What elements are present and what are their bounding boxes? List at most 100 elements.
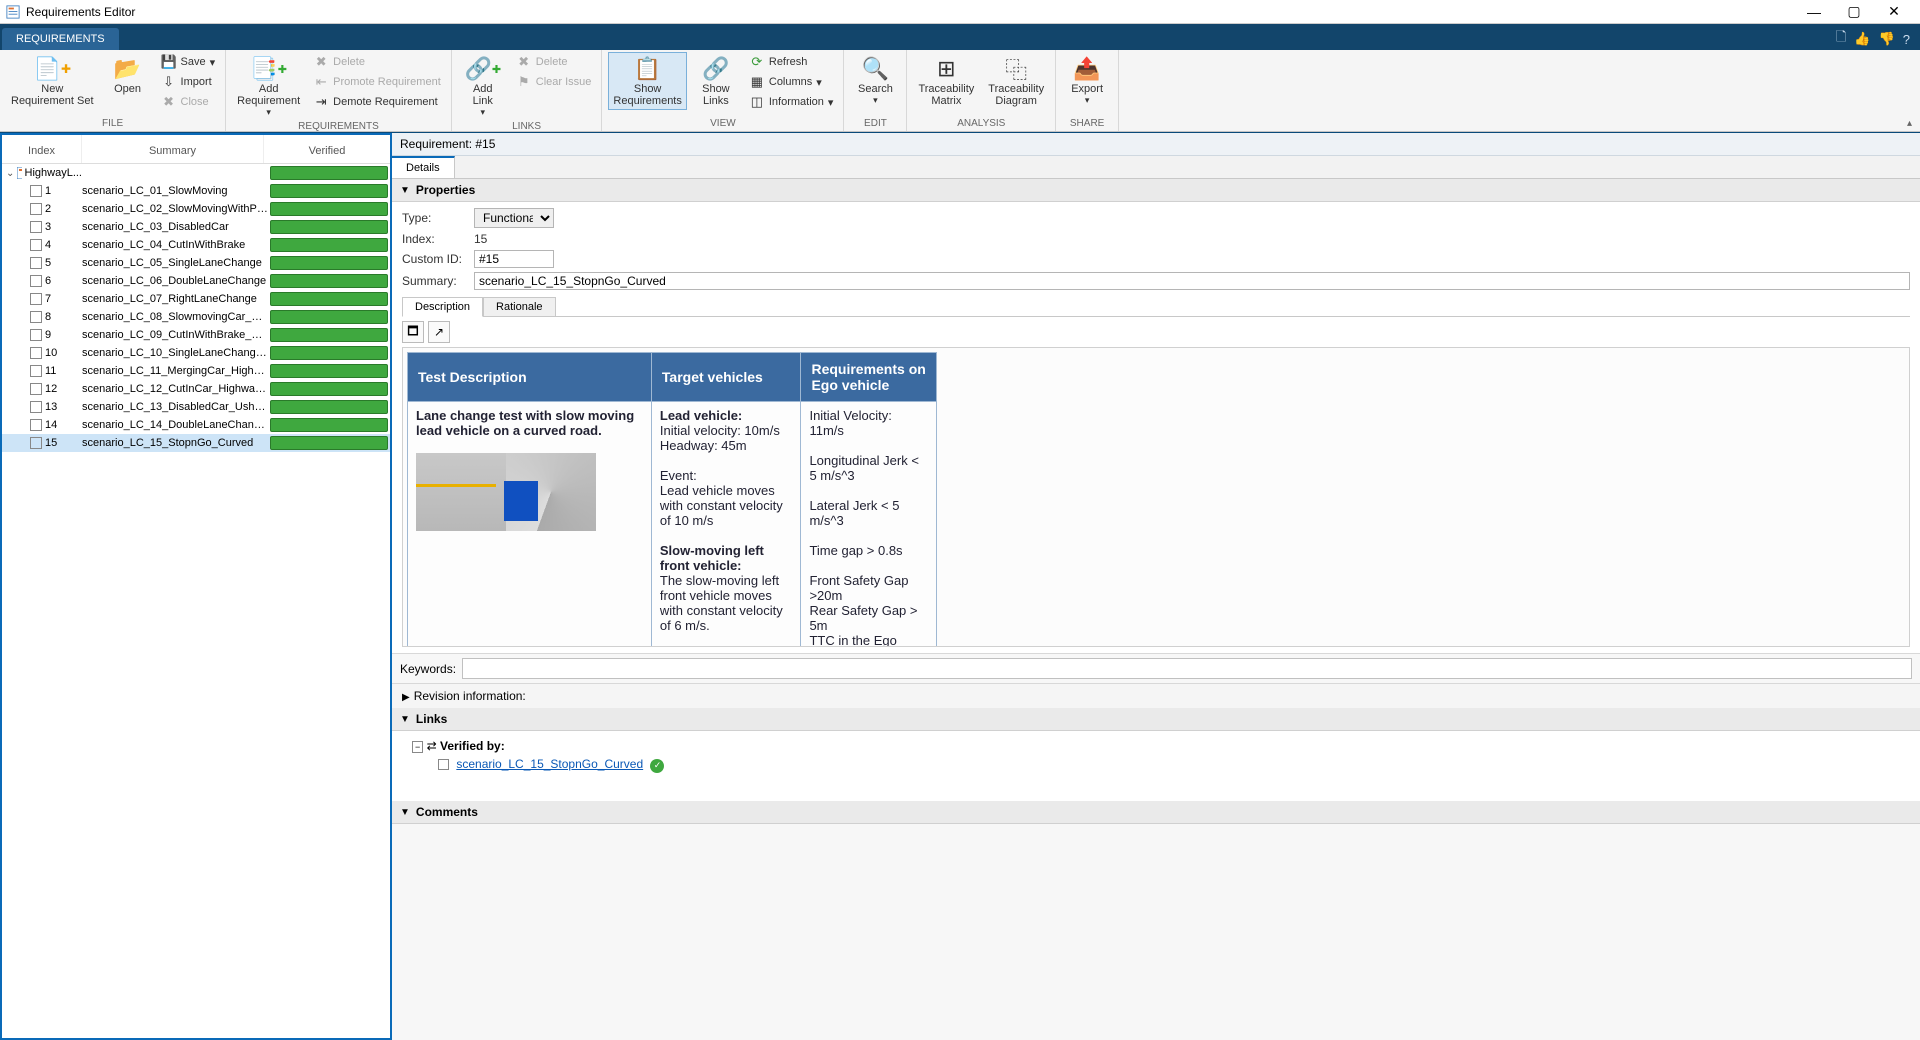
open-icon: 📂 — [114, 55, 141, 83]
open-button[interactable]: 📂 Open — [103, 52, 153, 98]
link-target[interactable]: scenario_LC_15_StopnGo_Curved — [456, 757, 643, 771]
req-item-icon — [30, 275, 42, 287]
description-editor[interactable]: Test Description Target vehicles Require… — [402, 347, 1910, 647]
minimize-button[interactable]: — — [1794, 4, 1834, 20]
tree-row[interactable]: 3scenario_LC_03_DisabledCar — [2, 218, 390, 236]
row-summary: scenario_LC_03_DisabledCar — [82, 221, 268, 233]
tree-row[interactable]: 10scenario_LC_10_SingleLaneChange_Curved — [2, 344, 390, 362]
edit-open-button[interactable]: 🗖 — [402, 321, 424, 343]
tree-row[interactable]: 15scenario_LC_15_StopnGo_Curved — [2, 434, 390, 452]
promote-req-button[interactable]: ⇤Promote Requirement — [309, 72, 445, 92]
req-item-icon — [30, 419, 42, 431]
add-link-button[interactable]: 🔗✚ Add Link▾ — [458, 52, 508, 121]
row-index: 14 — [45, 419, 57, 431]
collapse-minus-icon[interactable]: − — [412, 741, 423, 753]
close-button[interactable]: ✕ — [1874, 3, 1914, 20]
save-icon: 💾 — [161, 54, 177, 70]
col-index[interactable]: Index — [2, 135, 82, 163]
type-select[interactable]: Functional — [474, 208, 554, 228]
editor-buttons: 🗖 ↗ — [402, 321, 1910, 343]
chevron-down-icon[interactable]: ⌄ — [6, 168, 14, 179]
save-button[interactable]: 💾Save ▾ — [157, 52, 220, 72]
tree-row[interactable]: 8scenario_LC_08_SlowmovingCar_Curved — [2, 308, 390, 326]
verified-by-icon: ⇄ — [427, 739, 437, 753]
req-item-icon — [30, 311, 42, 323]
req-item-icon — [30, 257, 42, 269]
revision-info-section[interactable]: ▶Revision information: — [392, 683, 1920, 708]
row-index: 4 — [45, 239, 51, 251]
tab-requirements[interactable]: REQUIREMENTS — [2, 28, 119, 50]
tab-description[interactable]: Description — [402, 297, 483, 317]
clear-issue-button[interactable]: ⚑Clear Issue — [512, 72, 596, 92]
group-label-file: FILE — [102, 118, 123, 131]
tree-row[interactable]: 5scenario_LC_05_SingleLaneChange — [2, 254, 390, 272]
req-item-icon — [30, 221, 42, 233]
row-summary: scenario_LC_07_RightLaneChange — [82, 293, 268, 305]
tree-row[interactable]: 2scenario_LC_02_SlowMovingWithPassingCar — [2, 200, 390, 218]
row-index: 5 — [45, 257, 51, 269]
columns-button[interactable]: ▦Columns ▾ — [745, 72, 838, 92]
cell-reqego: Initial Velocity: 11m/s Longitudinal Jer… — [801, 402, 937, 648]
req-item-icon — [30, 401, 42, 413]
comments-header[interactable]: ▼Comments — [392, 801, 1920, 824]
tree-root[interactable]: ⌄HighwayL... — [2, 164, 390, 182]
link-icon: 🔗✚ — [464, 55, 501, 83]
information-button[interactable]: ◫Information ▾ — [745, 92, 838, 112]
tree-body: ⌄HighwayL... 1scenario_LC_01_SlowMoving2… — [2, 164, 390, 1038]
tree-row[interactable]: 1scenario_LC_01_SlowMoving — [2, 182, 390, 200]
ribbon-group-view: 📋 Show Requirements 🔗 Show Links ⟳Refres… — [602, 50, 844, 131]
traceability-diagram-button[interactable]: ⿻ Traceability Diagram — [983, 52, 1049, 110]
tree-row[interactable]: 6scenario_LC_06_DoubleLaneChange — [2, 272, 390, 290]
help-button[interactable]: ? — [1903, 32, 1910, 47]
new-requirement-set-button[interactable]: 📄✚ New Requirement Set — [6, 52, 99, 110]
show-links-button[interactable]: 🔗 Show Links — [691, 52, 741, 110]
delete-req-button[interactable]: ✖Delete — [309, 52, 445, 72]
refresh-icon: ⟳ — [749, 54, 765, 70]
tab-strip: REQUIREMENTS 🗋 👍 👎 ? — [0, 24, 1920, 50]
tree-row[interactable]: 12scenario_LC_12_CutInCar_HighwayEntry — [2, 380, 390, 398]
keywords-input[interactable] — [462, 658, 1912, 679]
requirement-table: Test Description Target vehicles Require… — [407, 352, 937, 647]
search-button[interactable]: 🔍 Search▾ — [850, 52, 900, 109]
import-button[interactable]: ⇩Import — [157, 72, 220, 92]
qa-btn-2[interactable]: 👍 — [1854, 31, 1870, 47]
verified-bar — [270, 328, 388, 342]
tree-row[interactable]: 4scenario_LC_04_CutInWithBrake — [2, 236, 390, 254]
tab-details[interactable]: Details — [392, 156, 455, 178]
row-index: 8 — [45, 311, 51, 323]
tree-row[interactable]: 9scenario_LC_09_CutInWithBrake_Curved — [2, 326, 390, 344]
columns-icon: ▦ — [749, 74, 765, 90]
col-verified[interactable]: Verified — [264, 135, 390, 163]
summary-input[interactable] — [474, 272, 1910, 290]
maximize-button[interactable]: ▢ — [1834, 3, 1874, 20]
tree-row[interactable]: 14scenario_LC_14_DoubleLaneChange_Ushape — [2, 416, 390, 434]
tree-row[interactable]: 11scenario_LC_11_MergingCar_HighwayEntry — [2, 362, 390, 380]
col-summary[interactable]: Summary — [82, 135, 264, 163]
delete-link-button[interactable]: ✖Delete — [512, 52, 596, 72]
links-header[interactable]: ▼Links — [392, 708, 1920, 731]
qa-btn-3[interactable]: 👎 — [1879, 31, 1895, 47]
tree-row[interactable]: 7scenario_LC_07_RightLaneChange — [2, 290, 390, 308]
close-file-button[interactable]: ✖Close — [157, 92, 220, 112]
show-requirements-button[interactable]: 📋 Show Requirements — [608, 52, 686, 110]
properties-section: ▼Properties Type: Functional Index:15 Cu… — [392, 179, 1920, 653]
description-tabs: Description Rationale — [402, 296, 1910, 317]
export-button[interactable]: 📤 Export▾ — [1062, 52, 1112, 109]
demote-req-button[interactable]: ⇥Demote Requirement — [309, 92, 445, 112]
verified-bar — [270, 436, 388, 450]
add-requirement-button[interactable]: 📑✚ Add Requirement▾ — [232, 52, 305, 121]
requirements-tree-pane: Index Summary Verified ⌄HighwayL... 1sce… — [0, 133, 392, 1040]
edit-popout-button[interactable]: ↗ — [428, 321, 450, 343]
ribbon-collapse-button[interactable]: ▴ — [1907, 118, 1912, 129]
refresh-button[interactable]: ⟳Refresh — [745, 52, 838, 72]
customid-label: Custom ID: — [402, 252, 474, 266]
tab-rationale[interactable]: Rationale — [483, 297, 555, 317]
verified-bar — [270, 202, 388, 216]
triangle-down-icon-2: ▼ — [400, 714, 410, 725]
traceability-matrix-button[interactable]: ⊞ Traceability Matrix — [913, 52, 979, 110]
customid-input[interactable] — [474, 250, 554, 268]
group-label-analysis: ANALYSIS — [957, 118, 1005, 131]
properties-header[interactable]: ▼Properties — [392, 179, 1920, 202]
qa-btn-1[interactable]: 🗋 — [1836, 28, 1846, 50]
tree-row[interactable]: 13scenario_LC_13_DisabledCar_Ushape — [2, 398, 390, 416]
